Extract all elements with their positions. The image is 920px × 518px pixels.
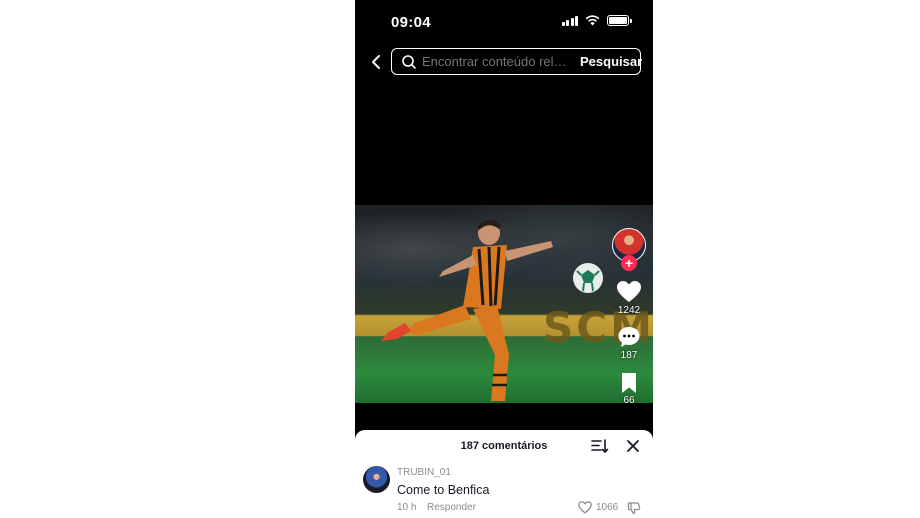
side-action-bar: + 1242 187 66 <box>611 228 647 406</box>
comment-time: 10 h <box>397 502 417 513</box>
sort-icon <box>591 439 609 453</box>
like-count: 1242 <box>617 305 641 316</box>
search-button[interactable]: Pesquisar <box>572 54 651 69</box>
close-comments-button[interactable] <box>625 438 641 454</box>
save-action[interactable]: 66 <box>620 372 638 406</box>
comment-username[interactable]: TRUBIN_01 <box>397 467 451 478</box>
creator-avatar-group: + <box>612 228 646 271</box>
search-icon <box>401 54 417 70</box>
like-action[interactable]: 1242 <box>616 280 642 316</box>
heart-outline-icon <box>578 501 592 514</box>
status-time: 09:04 <box>391 14 431 31</box>
comment-count: 187 <box>620 350 638 361</box>
commenter-avatar[interactable] <box>363 466 390 493</box>
wifi-icon <box>585 15 600 26</box>
follow-button[interactable]: + <box>621 255 637 271</box>
phone-screen: 09:04 Pesquisar <box>355 0 653 518</box>
save-count: 66 <box>623 395 635 406</box>
comment-text: Come to Benfica <box>397 483 490 497</box>
cellular-signal-icon <box>561 15 578 26</box>
reply-button[interactable]: Responder <box>427 502 476 513</box>
chevron-left-icon <box>372 55 380 69</box>
soccer-ball-icon <box>573 263 603 293</box>
status-icons <box>561 15 632 26</box>
thumbs-down-icon <box>627 502 641 515</box>
battery-icon <box>607 15 632 26</box>
status-bar: 09:04 <box>355 0 653 44</box>
sort-button[interactable] <box>591 438 609 454</box>
comment-item: TRUBIN_01 Come to Benfica 10 h Responder… <box>363 466 645 518</box>
comment-bubble-icon <box>618 327 640 347</box>
comment-action[interactable]: 187 <box>617 325 641 361</box>
search-bar: Pesquisar <box>391 48 642 75</box>
video-player[interactable]: SCM <box>355 205 653 403</box>
comment-dislike-button[interactable] <box>627 501 641 515</box>
bookmark-icon <box>622 373 636 393</box>
heart-icon <box>617 281 641 302</box>
close-icon <box>627 440 639 452</box>
back-button[interactable] <box>363 49 389 75</box>
soccer-player-figure <box>381 219 553 401</box>
search-input[interactable] <box>422 54 572 69</box>
comments-panel: 187 comentários TRUBIN_01 Come to Benfic… <box>355 430 653 518</box>
comment-like-button[interactable]: 1066 <box>578 501 618 514</box>
comments-header: 187 comentários <box>355 430 653 460</box>
comment-like-count: 1066 <box>596 502 619 513</box>
